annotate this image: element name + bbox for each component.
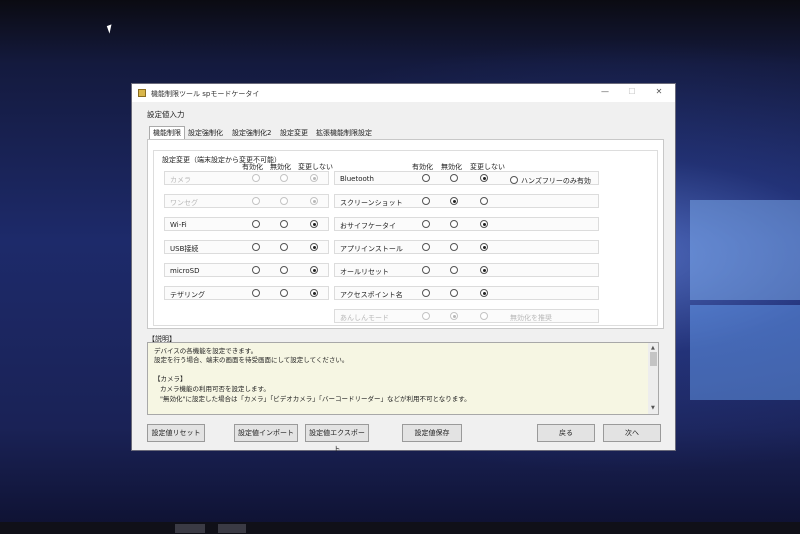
setting-row-label: あんしんモード [340,314,389,322]
tab-setting-enforce[interactable]: 設定強制化 [185,127,226,139]
enable-radio [252,174,260,182]
scroll-up-icon[interactable]: ▲ [651,345,655,351]
disable-radio[interactable] [280,220,288,228]
nochange-radio[interactable] [480,266,488,274]
app-icon [138,89,146,97]
setting-change-group: 設定変更（端末設定から変更不可能） 有効化 無効化 変更しない 有効化 無効化 … [153,150,658,326]
disable-radio[interactable] [280,243,288,251]
enable-radio[interactable] [422,266,430,274]
setting-row-label: アクセスポイント名 [340,291,403,299]
disable-radio[interactable] [450,197,458,205]
description-line: "無効化"に設定した場合は「カメラ」「ビデオカメラ」「バーコードリーダー」などが… [160,395,471,403]
setting-row-label: Bluetooth [340,175,374,183]
handsfree-label: ハンズフリーのみ有効 [521,177,591,185]
setting-row-label: アプリインストール [340,245,403,253]
disable-radio [280,174,288,182]
enable-radio[interactable] [422,289,430,297]
maximize-button[interactable]: ☐ [621,87,643,99]
setting-row-label: おサイフケータイ [340,222,396,230]
tab-setting-change[interactable]: 設定変更 [277,127,311,139]
disable-radio[interactable] [280,289,288,297]
disable-radio [280,197,288,205]
nochange-radio[interactable] [310,243,318,251]
windows-logo-pane [690,305,800,400]
settings-group-title: 設定値入力 [147,110,185,119]
back-button[interactable]: 戻る [537,424,595,442]
enable-radio[interactable] [252,220,260,228]
nochange-radio[interactable] [480,243,488,251]
setting-row-label: microSD [170,267,200,275]
nochange-radio[interactable] [480,289,488,297]
disable-radio[interactable] [450,289,458,297]
save-button[interactable]: 設定値保存 [402,424,462,442]
enable-radio [252,197,260,205]
description-line: 【カメラ】 [154,375,187,383]
description-line: カメラ機能の利用可否を設定します。 [160,385,270,393]
export-button[interactable]: 設定値エクスポート [305,424,369,453]
setting-row-label: カメラ [170,176,191,184]
reset-button[interactable]: 設定値リセット [147,424,205,442]
taskbar [0,522,800,534]
tab-setting-enforce-2[interactable]: 設定強制化2 [229,127,274,139]
disable-radio[interactable] [450,220,458,228]
description-line: 設定を行う場合、端末の画面を待受画面にして設定してください。 [154,356,349,364]
nochange-radio [310,197,318,205]
scroll-thumb[interactable] [650,352,657,366]
setting-row-label: テザリング [170,291,205,299]
nochange-radio[interactable] [310,220,318,228]
next-button[interactable]: 次へ [603,424,661,442]
setting-row-label: オールリセット [340,268,389,276]
tab-panel: 設定変更（端末設定から変更不可能） 有効化 無効化 変更しない 有効化 無効化 … [147,139,664,329]
taskbar-item[interactable] [175,524,205,533]
nochange-radio[interactable] [480,174,488,182]
setting-row-label: Wi-Fi [170,221,187,229]
scroll-down-icon[interactable]: ▼ [651,405,655,411]
description-textbox[interactable]: デバイスの各機能を設定できます。 設定を行う場合、端末の画面を待受画面にして設定… [147,342,659,415]
taskbar-item[interactable] [218,524,246,533]
setting-row-label: スクリーンショット [340,199,403,207]
nochange-radio[interactable] [310,289,318,297]
enable-radio[interactable] [252,289,260,297]
tab-extended-restriction[interactable]: 拡張機能制限設定 [313,127,375,139]
enable-radio[interactable] [422,243,430,251]
enable-radio[interactable] [252,243,260,251]
nochange-radio [310,174,318,182]
enable-radio[interactable] [422,220,430,228]
disable-radio[interactable] [450,266,458,274]
enable-radio[interactable] [422,174,430,182]
disable-radio [450,312,458,320]
setting-row-label: ワンセグ [170,199,198,207]
panel-group-title: 設定変更（端末設定から変更不可能） [160,155,283,165]
close-button[interactable]: ✕ [648,87,670,99]
disable-radio[interactable] [450,243,458,251]
app-window: 機能制限ツール spモードケータイ — ☐ ✕ 設定値入力 機能制限 設定強制化… [131,83,676,453]
import-button[interactable]: 設定値インポート [234,424,298,442]
enable-radio[interactable] [422,197,430,205]
title-bar[interactable]: 機能制限ツール spモードケータイ — ☐ ✕ [132,84,675,102]
setting-row-label: USB接続 [170,245,199,253]
handsfree-radio[interactable] [510,176,518,184]
nochange-radio[interactable] [480,197,488,205]
nochange-radio[interactable] [310,266,318,274]
disable-radio[interactable] [450,174,458,182]
enable-radio [422,312,430,320]
setting-row [164,217,329,231]
enable-radio[interactable] [252,266,260,274]
minimize-button[interactable]: — [594,87,616,99]
tab-function-restriction[interactable]: 機能制限 [149,126,185,139]
nochange-radio[interactable] [480,220,488,228]
disable-recommended-label: 無効化を推奨 [510,314,552,322]
window-title: 機能制限ツール spモードケータイ [151,90,260,98]
description-scrollbar[interactable]: ▲ ▼ [648,343,658,414]
nochange-radio [480,312,488,320]
windows-logo-pane [690,200,800,300]
disable-radio[interactable] [280,266,288,274]
